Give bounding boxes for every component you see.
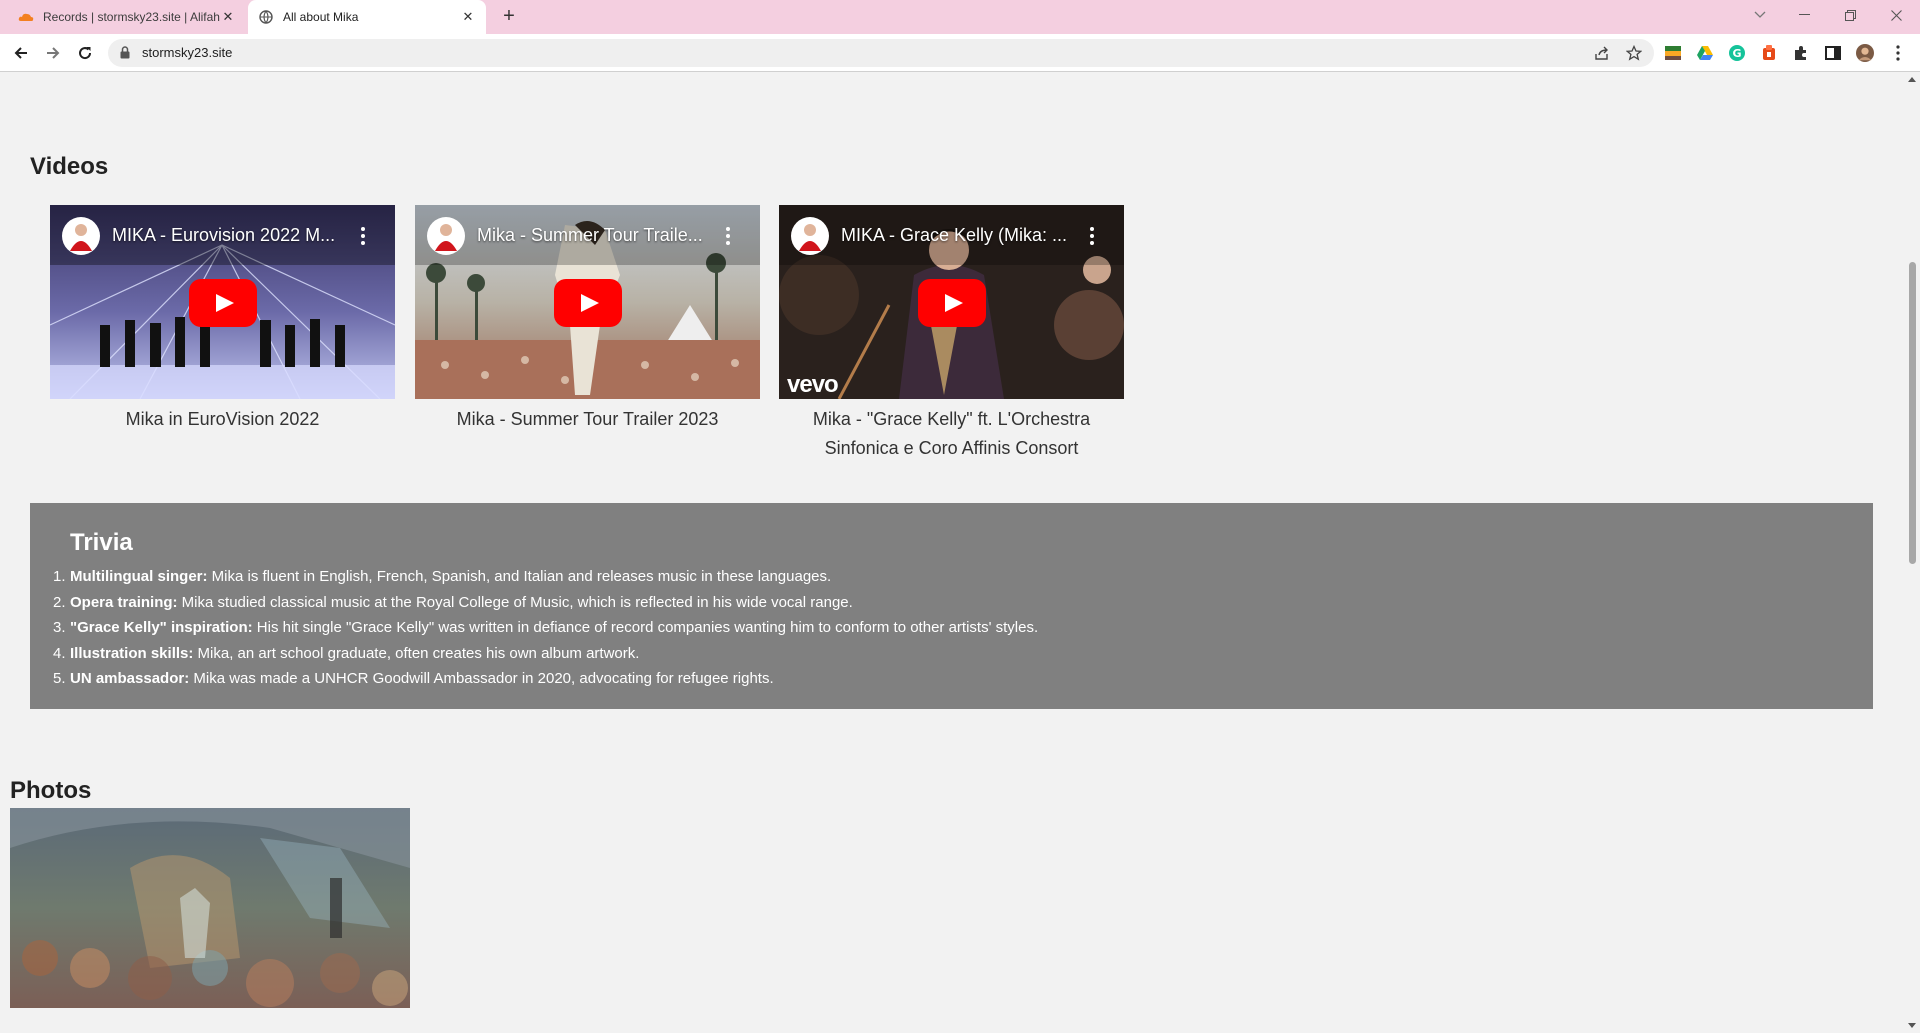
tab-all-about-mika[interactable]: All about Mika ✕ <box>248 0 486 34</box>
vevo-logo: vevo <box>787 371 839 398</box>
url-text: stormsky23.site <box>142 45 233 60</box>
trivia-text: Mika studied classical music at the Roya… <box>177 593 853 611</box>
trivia-item: 4. Illustration skills: Mika, an art scho… <box>53 644 640 662</box>
video-title[interactable]: Mika - Summer Tour Traile... <box>477 225 703 246</box>
video-embed-eurovision[interactable]: MIKA - Eurovision 2022 M... <box>50 205 395 399</box>
page-content: Videos MIKA - Eurovision 2022 M... Mika … <box>0 72 1905 1033</box>
trivia-label: "Grace Kelly" inspiration: <box>70 619 253 636</box>
tab-strip: Records | stormsky23.site | Alifah ✕ All… <box>0 0 1920 34</box>
close-tab-icon[interactable]: ✕ <box>460 9 476 25</box>
back-arrow-icon[interactable] <box>9 41 33 65</box>
cloud-icon <box>18 9 34 25</box>
tab-title: Records | stormsky23.site | Alifah <box>43 10 220 24</box>
video-caption: Mika in EuroVision 2022 <box>125 409 320 429</box>
scroll-down-arrow-icon[interactable] <box>1908 1023 1916 1028</box>
close-window-icon[interactable] <box>1876 0 1916 30</box>
tab-records[interactable]: Records | stormsky23.site | Alifah ✕ <box>8 0 246 34</box>
video-title[interactable]: MIKA - Eurovision 2022 M... <box>112 225 335 246</box>
play-button-icon[interactable] <box>918 279 986 327</box>
svg-text:G: G <box>1732 47 1741 60</box>
more-options-icon[interactable] <box>1090 227 1094 245</box>
videos-heading: Videos <box>30 153 109 180</box>
concert-photo <box>10 808 410 1008</box>
trivia-item: 2. Opera training: Mika studied classical… <box>53 593 853 611</box>
restore-icon[interactable] <box>1830 0 1870 30</box>
trivia-text: Mika, an art school graduate, often crea… <box>193 644 640 662</box>
trivia-text: Mika is fluent in English, French, Spani… <box>207 568 832 585</box>
trivia-label: Illustration skills: <box>70 644 194 662</box>
play-button-icon[interactable] <box>554 279 622 327</box>
globe-icon <box>258 9 274 25</box>
extensions-puzzle-icon[interactable] <box>1792 44 1810 62</box>
video-caption: Mika - "Grace Kelly" ft. L'Orchestra Sin… <box>812 409 1091 458</box>
grammarly-icon[interactable]: G <box>1728 44 1746 62</box>
video-embed-grace-kelly[interactable]: MIKA - Grace Kelly (Mika: ... vevo <box>779 205 1124 399</box>
more-options-icon[interactable] <box>361 227 365 245</box>
reload-icon[interactable] <box>73 41 97 65</box>
trivia-text: His hit single "Grace Kelly" was written… <box>252 619 1039 636</box>
cut-off-previous-content <box>0 72 1905 74</box>
forward-arrow-icon[interactable] <box>41 41 65 65</box>
google-drive-icon[interactable] <box>1696 44 1714 62</box>
trivia-label: Multilingual singer: <box>70 568 208 585</box>
video-embed-summer-tour[interactable]: Mika - Summer Tour Traile... <box>415 205 760 399</box>
profile-avatar[interactable] <box>1856 44 1874 62</box>
chevron-down-icon[interactable] <box>1740 0 1780 30</box>
kebab-menu-icon[interactable] <box>1889 44 1907 62</box>
trivia-text: Mika was made a UNHCR Goodwill Ambassado… <box>189 670 774 687</box>
extension-colorful-icon[interactable] <box>1664 44 1682 62</box>
browser-toolbar: stormsky23.site G <box>0 34 1920 72</box>
side-panel-icon[interactable] <box>1824 44 1842 62</box>
lock-icon[interactable] <box>120 46 130 64</box>
bookmark-star-icon[interactable] <box>1625 44 1643 61</box>
channel-avatar[interactable] <box>62 217 100 255</box>
more-options-icon[interactable] <box>726 227 730 245</box>
close-tab-icon[interactable]: ✕ <box>220 9 236 25</box>
video-card: MIKA - Eurovision 2022 M... Mika in Euro… <box>50 205 395 434</box>
trivia-list: 1. Multilingual singer: Mika is fluent in… <box>53 564 1039 692</box>
vertical-scrollbar[interactable] <box>1905 72 1920 1033</box>
video-card: MIKA - Grace Kelly (Mika: ... vevo Mika … <box>779 205 1124 463</box>
tab-title: All about Mika <box>283 10 359 24</box>
channel-avatar[interactable] <box>427 217 465 255</box>
new-tab-button[interactable]: + <box>498 6 520 28</box>
minimize-icon[interactable] <box>1784 0 1824 30</box>
photos-heading: Photos <box>10 777 92 804</box>
share-icon[interactable] <box>1594 45 1610 61</box>
channel-avatar[interactable] <box>791 217 829 255</box>
video-card: Mika - Summer Tour Traile... Mika - Summ… <box>415 205 760 434</box>
trivia-heading: Trivia <box>70 529 133 556</box>
trivia-section: Trivia 1. Multilingual singer: Mika is fl… <box>30 503 1873 709</box>
address-bar[interactable]: stormsky23.site <box>108 39 1654 67</box>
video-title[interactable]: MIKA - Grace Kelly (Mika: ... <box>841 225 1067 246</box>
play-button-icon[interactable] <box>189 279 257 327</box>
trivia-item: 3. "Grace Kelly" inspiration: His hit sin… <box>53 619 1039 636</box>
scroll-up-arrow-icon[interactable] <box>1908 77 1916 82</box>
trivia-label: Opera training: <box>70 593 178 611</box>
video-caption: Mika - Summer Tour Trailer 2023 <box>456 409 719 429</box>
trivia-item: 5. UN ambassador: Mika was made a UNHCR G… <box>53 670 774 687</box>
scrollbar-thumb[interactable] <box>1909 262 1916 564</box>
trivia-label: UN ambassador: <box>70 670 190 687</box>
extension-red-icon[interactable] <box>1760 44 1778 62</box>
trivia-item: 1. Multilingual singer: Mika is fluent in… <box>53 568 832 585</box>
